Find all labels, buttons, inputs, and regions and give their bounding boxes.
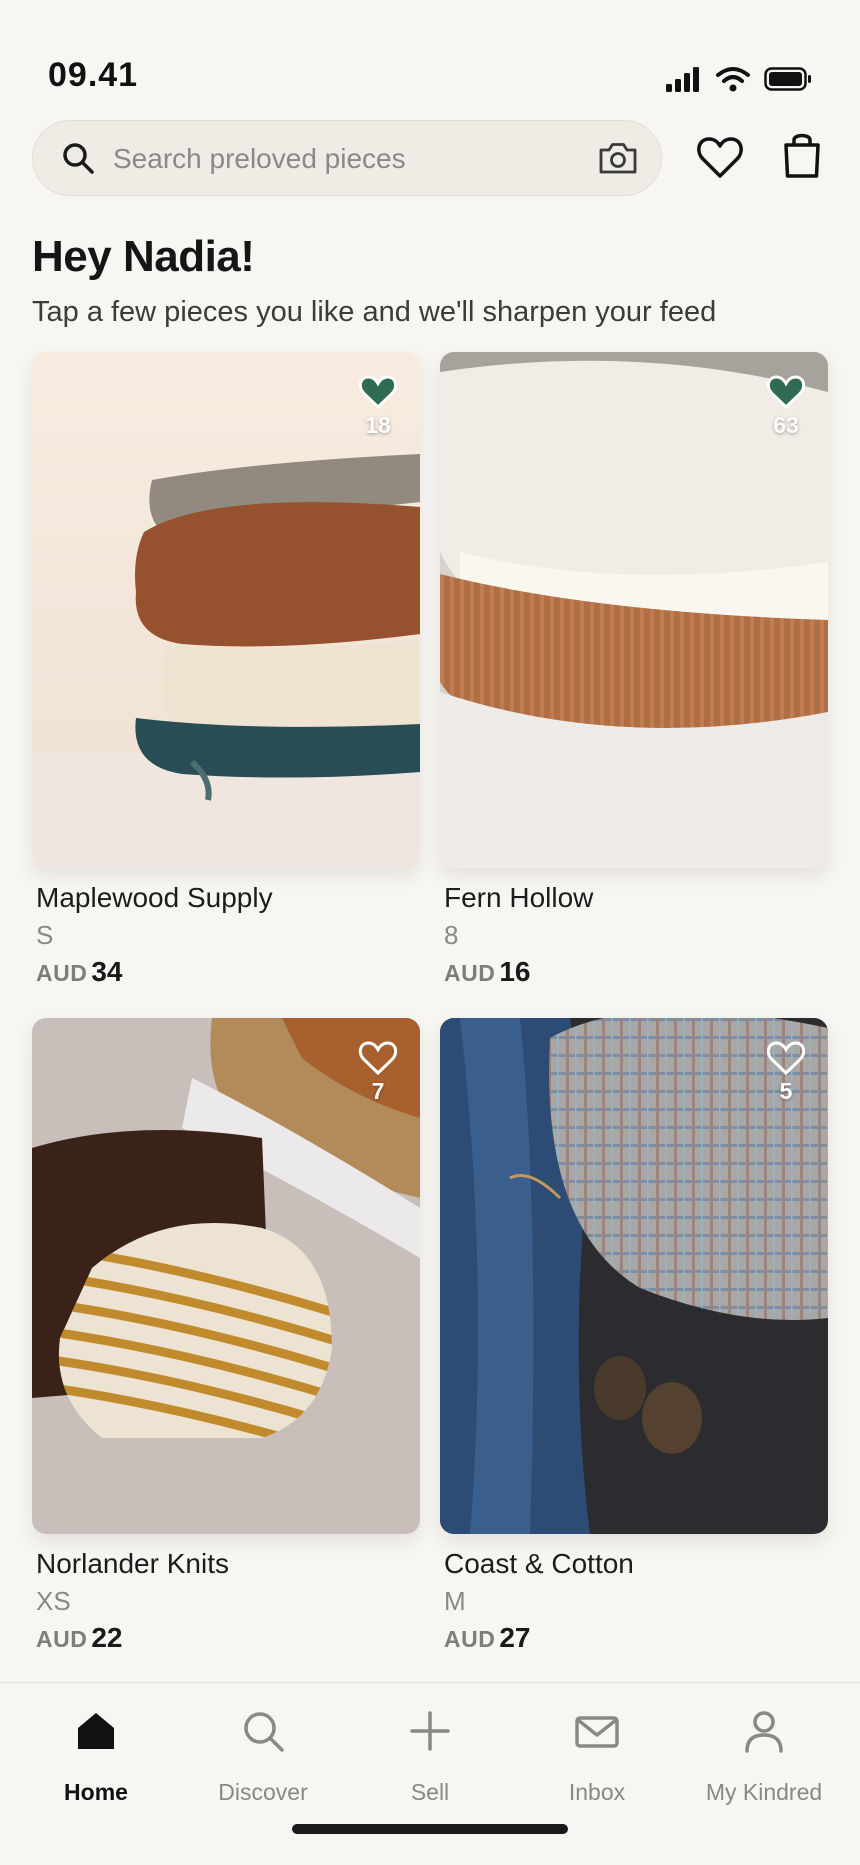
tab-sell[interactable]: Sell (344, 1683, 516, 1813)
wifi-icon (716, 67, 750, 92)
tab-my-kindred[interactable]: My Kindred (678, 1683, 850, 1813)
item-size: M (444, 1586, 466, 1616)
battery-icon (764, 67, 811, 91)
tab-label: Sell (410, 1779, 450, 1805)
item-size: 8 (444, 920, 459, 950)
price-amount: 22 (91, 1622, 123, 1653)
favorite-toggle[interactable]: 5 (764, 1040, 808, 1105)
greeting-subtitle: Tap a few pieces you like and we'll shar… (32, 296, 717, 328)
search-icon (63, 143, 94, 174)
price-amount: 34 (91, 956, 123, 987)
item-price: AUD 16 (444, 956, 531, 988)
house-icon (78, 1713, 114, 1749)
tab-label: Inbox (568, 1779, 626, 1805)
favorite-toggle[interactable]: 7 (356, 1040, 400, 1105)
price-currency: AUD (444, 960, 496, 986)
person-icon (745, 1711, 783, 1753)
heart-icon (766, 375, 806, 410)
tab-home[interactable]: Home (10, 1683, 182, 1813)
listing-photo[interactable]: 18 (32, 352, 420, 868)
envelope-icon (575, 1716, 619, 1748)
tab-label: My Kindred (705, 1779, 823, 1805)
status-icons (666, 66, 812, 92)
price-currency: AUD (36, 960, 88, 986)
heart-outline-icon (358, 1041, 398, 1076)
listing-photo[interactable]: 7 (32, 1018, 420, 1534)
item-price: AUD 34 (36, 956, 123, 988)
camera-icon[interactable] (597, 139, 639, 177)
home-indicator[interactable] (292, 1824, 568, 1834)
price-amount: 16 (499, 956, 531, 987)
heart-outline-icon (766, 1041, 806, 1076)
greeting-title: Hey Nadia! (32, 232, 255, 281)
price-currency: AUD (444, 1626, 496, 1652)
search-icon (244, 1712, 284, 1752)
favorites-heart-icon[interactable] (696, 134, 744, 180)
listing-photo[interactable]: 63 (440, 352, 828, 868)
like-count: 5 (779, 1078, 793, 1104)
tab-label: Discover (218, 1779, 308, 1805)
item-price: AUD 22 (36, 1622, 123, 1654)
seller-name[interactable]: Maplewood Supply (36, 882, 273, 914)
tab-discover[interactable]: Discover (177, 1683, 349, 1813)
price-amount: 27 (499, 1622, 531, 1653)
tab-inbox[interactable]: Inbox (511, 1683, 683, 1813)
like-count: 18 (365, 412, 391, 438)
shopping-bag-icon[interactable] (780, 130, 824, 180)
cellular-signal-icon (666, 67, 699, 92)
status-time: 09.41 (48, 56, 139, 94)
seller-name[interactable]: Norlander Knits (36, 1548, 229, 1580)
search-bar[interactable] (32, 120, 662, 196)
price-currency: AUD (36, 1626, 88, 1652)
search-input[interactable] (111, 135, 585, 183)
heart-icon (358, 375, 398, 410)
plus-icon (410, 1711, 450, 1751)
item-price: AUD 27 (444, 1622, 531, 1654)
tab-label: Home (64, 1779, 128, 1805)
item-size: S (36, 920, 54, 950)
favorite-toggle[interactable]: 63 (764, 374, 808, 439)
listing-photo[interactable]: 5 (440, 1018, 828, 1534)
seller-name[interactable]: Coast & Cotton (444, 1548, 634, 1580)
favorite-toggle[interactable]: 18 (356, 374, 400, 439)
search-row (32, 120, 828, 196)
seller-name[interactable]: Fern Hollow (444, 882, 593, 914)
item-size: XS (36, 1586, 71, 1616)
like-count: 7 (371, 1078, 385, 1104)
bottom-tab-bar: Home Discover Sell Inbox My Kindred (0, 1682, 860, 1865)
like-count: 63 (773, 412, 799, 438)
status-bar: 09.41 (0, 0, 860, 110)
